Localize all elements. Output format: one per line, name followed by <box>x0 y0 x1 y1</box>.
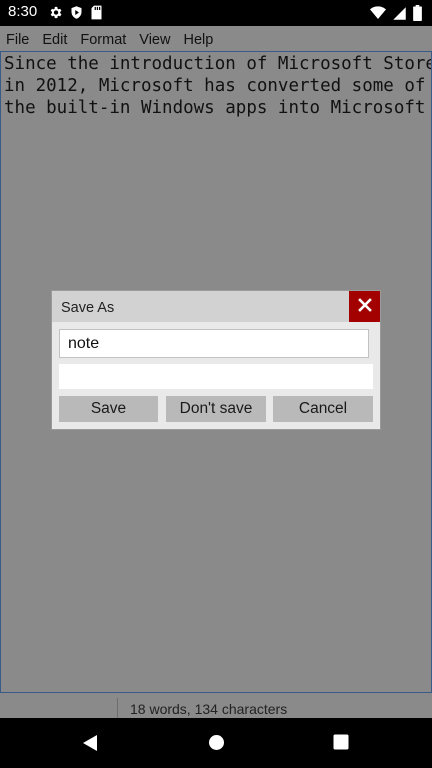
sd-card-icon <box>90 5 103 20</box>
signal-icon <box>392 6 407 21</box>
menu-file[interactable]: File <box>6 32 29 48</box>
status-right-icons <box>370 5 422 21</box>
filename-input[interactable] <box>59 329 369 358</box>
cancel-button[interactable]: Cancel <box>273 396 373 422</box>
dialog-title: Save As <box>61 300 115 316</box>
menu-view[interactable]: View <box>139 32 170 48</box>
menu-edit[interactable]: Edit <box>42 32 67 48</box>
navigation-bar <box>0 718 432 768</box>
status-footer: 18 words, 134 characters <box>0 694 432 718</box>
menu-format[interactable]: Format <box>80 32 126 48</box>
footer-divider <box>117 698 118 718</box>
status-bar: 8:30 <box>0 0 432 26</box>
gear-icon <box>48 5 63 20</box>
battery-icon <box>413 5 422 21</box>
save-as-dialog: Save As Save Don't save Cancel <box>52 291 380 429</box>
close-icon <box>357 297 372 316</box>
word-character-count: 18 words, 134 characters <box>130 701 288 717</box>
status-time: 8:30 <box>8 3 38 20</box>
editor-text[interactable]: Since the introduction of Microsoft Stor… <box>4 53 431 119</box>
secondary-field[interactable] <box>59 364 373 389</box>
recents-icon[interactable] <box>333 734 349 754</box>
dialog-close-button[interactable] <box>349 291 380 322</box>
menu-help[interactable]: Help <box>183 32 213 48</box>
shield-play-icon <box>69 5 84 20</box>
save-button[interactable]: Save <box>59 396 158 422</box>
menu-bar: File Edit Format View Help <box>0 30 432 50</box>
status-left-icons <box>48 5 103 20</box>
wifi-icon <box>370 6 386 20</box>
dialog-titlebar: Save As <box>52 291 380 322</box>
back-icon[interactable] <box>82 734 98 756</box>
dont-save-button[interactable]: Don't save <box>166 396 266 422</box>
home-icon[interactable] <box>208 734 225 755</box>
